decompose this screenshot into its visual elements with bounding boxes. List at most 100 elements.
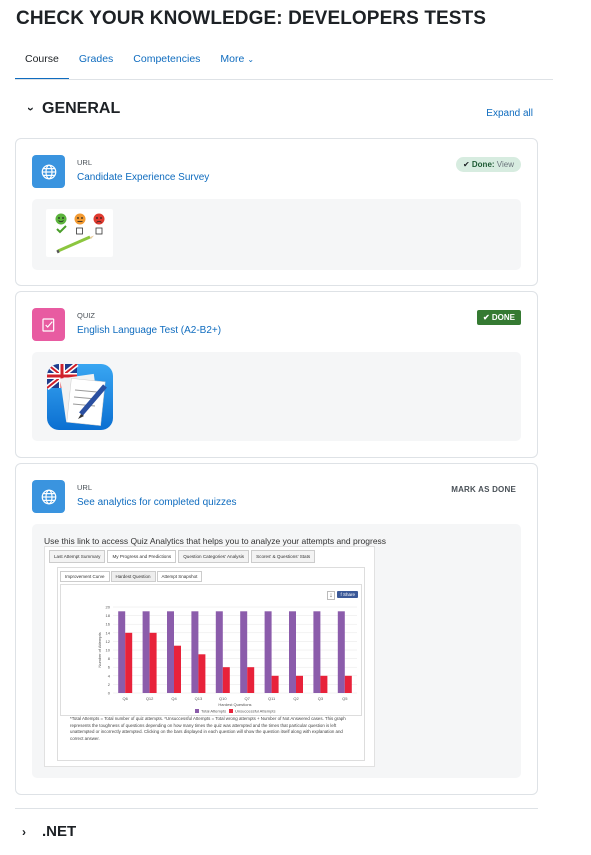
unsuccessful-attempts-bar xyxy=(320,675,328,693)
legend-label: Total Attempts xyxy=(201,709,226,714)
section-net-header[interactable]: › .NET xyxy=(22,823,76,840)
unsuccessful-attempts-bar xyxy=(344,675,352,693)
y-tick-label: 14 xyxy=(106,630,111,635)
tab-competencies[interactable]: Competencies xyxy=(123,44,210,80)
total-attempts-bar xyxy=(240,611,248,693)
activity-link[interactable]: English Language Test (A2-B2+) xyxy=(77,325,221,336)
chevron-right-icon[interactable]: › xyxy=(22,825,36,839)
unsuccessful-attempts-bar xyxy=(222,667,230,693)
mark-as-done-button[interactable]: MARK AS DONE xyxy=(451,485,516,494)
activity-link[interactable]: Candidate Experience Survey xyxy=(77,172,209,183)
x-tick-label: Q2 xyxy=(293,696,299,701)
unsuccessful-attempts-bar xyxy=(247,667,255,693)
y-tick-label: 12 xyxy=(106,639,111,644)
y-tick-label: 0 xyxy=(108,691,111,696)
x-tick-label: Q6 xyxy=(123,696,129,701)
total-attempts-bar xyxy=(313,611,321,693)
unsuccessful-attempts-bar xyxy=(198,654,206,693)
activity-type: URL xyxy=(77,158,93,167)
view-label: View xyxy=(496,160,514,169)
url-activity-icon xyxy=(32,480,65,513)
hardest-questions-chart: 0 2 4 6 8 10 12 14 16 18 20 Number of Attempts Q6 Q12… xyxy=(97,605,357,714)
unsuccessful-attempts-bar xyxy=(149,632,157,693)
quiz-activity-icon xyxy=(32,308,65,341)
y-tick-label: 16 xyxy=(106,622,111,627)
section-title: GENERAL xyxy=(42,100,121,117)
activity-card-survey: URL Candidate Experience Survey ✔ Done: … xyxy=(15,138,538,286)
chevron-down-icon: ⌄ xyxy=(247,55,255,64)
check-icon: ✔ xyxy=(462,160,470,169)
activity-link[interactable]: See analytics for completed quizzes xyxy=(77,497,237,508)
tab-hardest[interactable]: Hardest Question xyxy=(110,571,156,582)
total-attempts-bar xyxy=(118,611,126,693)
legend-label: Unsuccessful Attempts xyxy=(235,709,275,714)
tab-last-attempt[interactable]: Last Attempt Summary xyxy=(49,550,106,563)
chart-container: ↓ f Share 0 2 4 6 8 10 12 14 16 18 20 Number of Att… xyxy=(60,584,362,716)
course-nav: Course Grades Competencies More ⌄ xyxy=(15,44,264,80)
expand-all-link[interactable]: Expand all xyxy=(486,108,533,119)
tab-course[interactable]: Course xyxy=(15,44,69,80)
activity-type: URL xyxy=(77,483,93,492)
x-tick-label: Q4 xyxy=(171,696,177,701)
tab-grades[interactable]: Grades xyxy=(69,44,123,80)
quiz-app-image[interactable] xyxy=(47,364,113,430)
activity-type: QUIZ xyxy=(77,311,95,320)
y-tick-label: 18 xyxy=(106,613,111,618)
tab-more-label: More xyxy=(220,53,245,65)
course-page: CHECK YOUR KNOWLEDGE: DEVELOPERS TESTS C… xyxy=(0,0,591,855)
tab-snapshot[interactable]: Attempt Snapshot xyxy=(156,571,203,582)
x-axis-label: Hardest Questions xyxy=(218,702,251,707)
url-activity-icon xyxy=(32,155,65,188)
tab-stats[interactable]: Scores' & Questions' Stats xyxy=(251,550,316,563)
analytics-panel: Improvement Curve Hardest Question Attem… xyxy=(57,567,365,761)
legend-swatch xyxy=(229,709,233,713)
total-attempts-bar xyxy=(167,611,174,693)
unsuccessful-attempts-bar xyxy=(271,675,279,693)
nav-divider xyxy=(15,79,553,80)
activity-card-analytics: URL See analytics for completed quizzes … xyxy=(15,463,538,795)
legend-swatch xyxy=(195,709,199,713)
unsuccessful-attempts-bar xyxy=(174,645,181,693)
total-attempts-bar xyxy=(289,611,296,693)
unsuccessful-attempts-bar xyxy=(296,675,303,693)
total-attempts-bar xyxy=(264,611,272,693)
tab-categories[interactable]: Question Categories' Analysis xyxy=(178,550,250,563)
done-label: Done: xyxy=(471,160,495,169)
completion-badge: ✔ DONE xyxy=(476,310,521,325)
tab-more[interactable]: More ⌄ xyxy=(210,44,264,80)
unsuccessful-attempts-bar xyxy=(125,632,133,693)
x-tick-label: Q11 xyxy=(268,696,276,701)
x-tick-label: Q12 xyxy=(146,696,154,701)
y-axis-label: Number of Attempts xyxy=(97,632,102,667)
y-tick-label: 20 xyxy=(106,605,111,610)
check-icon: ✔ xyxy=(482,313,490,322)
analytics-tabs: Last Attempt Summary My Progress and Pre… xyxy=(49,550,317,563)
tab-improvement[interactable]: Improvement Curve xyxy=(60,571,110,582)
analytics-screenshot[interactable]: Last Attempt Summary My Progress and Pre… xyxy=(44,546,375,767)
y-tick-label: 4 xyxy=(108,673,111,678)
activity-card-quiz: QUIZ English Language Test (A2-B2+) ✔ DO… xyxy=(15,291,538,458)
section-general-header[interactable]: › GENERAL xyxy=(22,100,120,118)
total-attempts-bar xyxy=(191,611,199,693)
y-tick-label: 8 xyxy=(108,656,111,661)
chevron-right-icon[interactable]: › xyxy=(24,100,38,118)
section-title: .NET xyxy=(42,823,77,840)
x-tick-label: Q7 xyxy=(245,696,251,701)
activity-content: Use this link to access Quiz Analytics t… xyxy=(32,524,521,778)
analytics-inner-tabs: Improvement Curve Hardest Question Attem… xyxy=(60,571,203,582)
x-tick-label: Q5 xyxy=(342,696,348,701)
total-attempts-bar xyxy=(337,611,345,693)
activity-description: Use this link to access Quiz Analytics t… xyxy=(44,536,387,546)
y-tick-label: 10 xyxy=(106,648,111,653)
total-attempts-bar xyxy=(142,611,150,693)
tab-progress[interactable]: My Progress and Predictions xyxy=(107,550,177,563)
survey-image[interactable] xyxy=(46,209,113,257)
y-tick-label: 2 xyxy=(108,682,111,687)
x-tick-label: Q3 xyxy=(318,696,324,701)
activity-content xyxy=(32,199,521,270)
activity-content xyxy=(32,352,521,441)
x-tick-label: Q13 xyxy=(195,696,203,701)
y-tick-label: 6 xyxy=(108,665,111,670)
section-divider xyxy=(15,808,538,809)
done-label: DONE xyxy=(491,313,515,322)
